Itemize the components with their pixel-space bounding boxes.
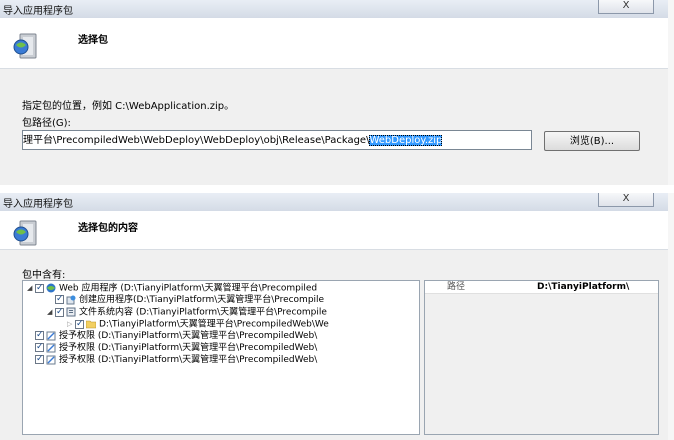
tree-item-label: 授予权限 (D:\TianyiPlatform\天翼管理平台\Precompil… [59, 331, 318, 341]
tree-checkbox[interactable] [35, 282, 44, 294]
dialog2-titlebar: 导入应用程序包 X [0, 193, 674, 212]
dialog2-right-edge [668, 193, 674, 440]
property-row: 路径 D:\TianyiPlatform\ [425, 281, 658, 294]
dialog1-right-edge [668, 0, 674, 185]
permission-icon [46, 355, 56, 364]
dialog2-close-button[interactable]: X [598, 193, 654, 207]
tree-item-label: Web 应用程序 (D:\TianyiPlatform\天翼管理平台\Preco… [59, 283, 318, 294]
property-value: D:\TianyiPlatform\ [537, 282, 630, 292]
path-text-selected: WebDeploy.zip [369, 135, 443, 146]
tree-checkbox[interactable] [55, 306, 64, 318]
folder-icon [86, 320, 96, 329]
tree-item-label: 创建应用程序(D:\TianyiPlatform\天翼管理平台\Precompi… [79, 295, 325, 305]
tree-checkbox[interactable] [35, 353, 44, 365]
globe-icon [46, 283, 56, 293]
expand-arrow-icon[interactable]: ▷ [67, 318, 75, 330]
tree-checkbox[interactable] [35, 341, 44, 353]
property-name: 路径 [447, 282, 466, 292]
dialog1-titlebar: 导入应用程序包 X [0, 0, 674, 19]
tree-item-filesystem[interactable]: ◢ 文件系统内容 (D:\TianyiPlatform\天翼管理平台\Precom… [47, 306, 327, 318]
tree-checkbox[interactable] [55, 293, 64, 305]
permission-icon [46, 331, 56, 340]
browse-button[interactable]: 浏览(B)... [544, 131, 640, 151]
tree-item-label: D:\TianyiPlatform\天翼管理平台\PrecompiledWeb\… [99, 319, 329, 330]
dialog2-header-title: 选择包的内容 [78, 223, 138, 234]
properties-grid: 路径 D:\TianyiPlatform\ [424, 280, 659, 435]
dialog1-header: 选择包 [0, 18, 674, 69]
tree-item-label: 文件系统内容 (D:\TianyiPlatform\天翼管理平台\Precomp… [79, 307, 327, 318]
tree-item-folder[interactable]: ▷ D:\TianyiPlatform\天翼管理平台\PrecompiledWeb… [67, 318, 329, 330]
package-contents-label: 包中含有: [22, 270, 66, 281]
tree-item-permission-2[interactable]: 授予权限 (D:\TianyiPlatform\天翼管理平台\Precompil… [35, 341, 318, 354]
dialog1-title: 导入应用程序包 [3, 6, 73, 17]
package-icon [13, 220, 37, 246]
tree-item-web-app[interactable]: ◢ Web 应用程序 (D:\TianyiPlatform\天翼管理平台\Prec… [27, 282, 317, 294]
tree-item-label: 授予权限 (D:\TianyiPlatform\天翼管理平台\Precompil… [59, 343, 318, 353]
dialog2-header: 选择包的内容 [0, 211, 674, 250]
permission-icon [46, 343, 56, 352]
collapse-arrow-icon[interactable]: ◢ [47, 306, 55, 318]
package-icon [13, 33, 37, 59]
tree-item-permission-1[interactable]: 授予权限 (D:\TianyiPlatform\天翼管理平台\Precompil… [35, 329, 318, 342]
path-text-plain: 理平台\PrecompiledWeb\WebDeploy\WebDeploy\o… [23, 135, 370, 146]
collapse-arrow-icon[interactable]: ◢ [27, 282, 35, 294]
dialog1-header-title: 选择包 [78, 35, 108, 46]
tree-item-permission-3[interactable]: 授予权限 (D:\TianyiPlatform\天翼管理平台\Precompil… [35, 353, 318, 366]
tree-checkbox[interactable] [35, 329, 44, 341]
dialog1-body [0, 69, 674, 185]
dialog1-close-button[interactable]: X [598, 0, 654, 14]
app-icon [66, 295, 76, 304]
tree-item-create-app[interactable]: 创建应用程序(D:\TianyiPlatform\天翼管理平台\Precompi… [55, 293, 325, 306]
package-path-input[interactable]: 理平台\PrecompiledWeb\WebDeploy\WebDeploy\o… [22, 130, 532, 150]
filesystem-icon [66, 307, 76, 317]
package-path-label: 包路径(G): [22, 118, 71, 129]
tree-item-label: 授予权限 (D:\TianyiPlatform\天翼管理平台\Precompil… [59, 355, 318, 365]
tree-checkbox[interactable] [75, 318, 84, 330]
package-contents-tree[interactable]: ◢ Web 应用程序 (D:\TianyiPlatform\天翼管理平台\Prec… [22, 280, 420, 435]
dialog2-title: 导入应用程序包 [3, 199, 73, 210]
instruction-text: 指定包的位置，例如 C:\WebApplication.zip。 [22, 101, 235, 112]
